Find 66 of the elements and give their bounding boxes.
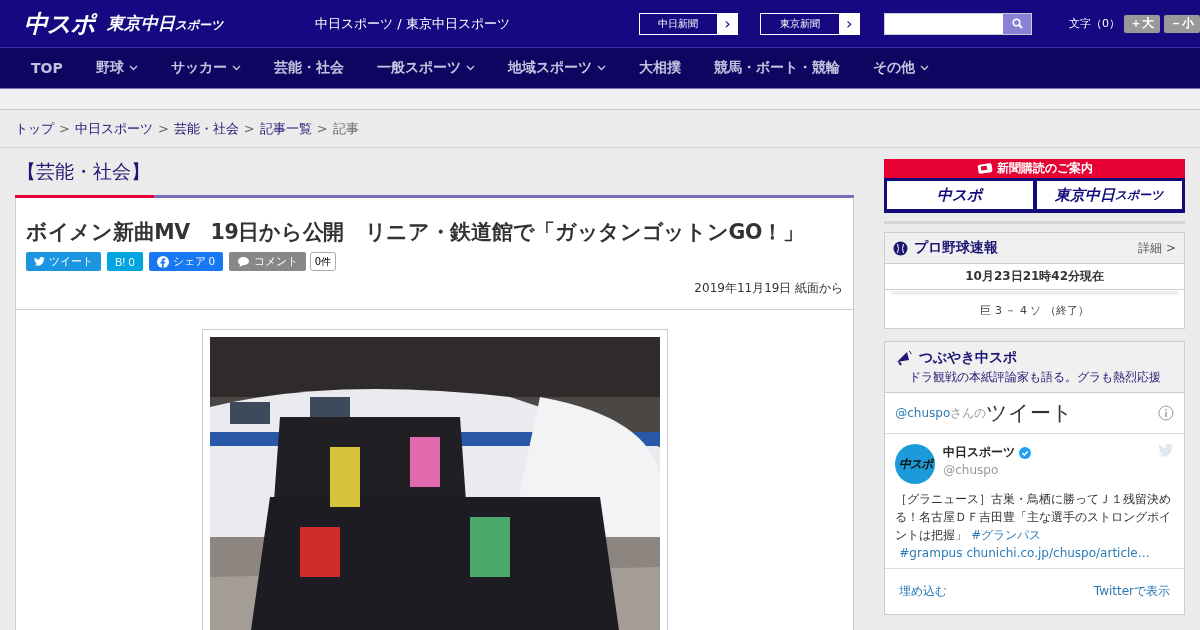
partner-link[interactable]: 中日新聞 › — [638, 12, 739, 35]
search-button[interactable] — [1003, 13, 1031, 34]
comment-count: 0件 — [309, 252, 337, 271]
view-on-twitter-link[interactable]: Twitterで表示 — [1093, 583, 1170, 600]
baseball-icon — [893, 240, 909, 256]
info-icon[interactable] — [1158, 405, 1174, 421]
newspaper-logo[interactable]: 中スポ — [887, 181, 1033, 209]
nav-item[interactable]: 一般スポーツ — [376, 59, 475, 77]
chevron-down-icon — [231, 65, 241, 71]
speech-bubble-icon — [236, 255, 250, 268]
facebook-icon — [156, 255, 169, 268]
detail-link[interactable]: 詳細 > — [1138, 239, 1176, 257]
site-title: 中日スポーツ / 東京中日スポーツ — [315, 14, 511, 33]
chevron-down-icon — [465, 65, 475, 71]
panel-title: つぶやき中スポ — [919, 349, 1019, 367]
search-field[interactable] — [884, 12, 1032, 35]
nav-item[interactable]: 大相撲 — [638, 59, 681, 77]
handle-suffix: さんの — [950, 404, 987, 420]
nav-item[interactable]: サッカー — [170, 59, 241, 77]
chevron-down-icon — [128, 65, 138, 71]
embed-link[interactable]: 埋め込む — [899, 583, 948, 600]
avatar[interactable]: 中スポ — [895, 444, 936, 484]
breadcrumb-link[interactable]: 芸能・社会 — [173, 119, 239, 138]
game-score[interactable]: 巨 3 － 4 ソ （終了） — [891, 291, 1178, 328]
newspaper-logo[interactable]: 東京中日スポーツ — [1036, 181, 1182, 209]
article-date: 2019年11月19日 紙面から — [16, 271, 854, 310]
breadcrumb-separator: > — [157, 121, 169, 136]
section-title: 【芸能・社会】 — [16, 159, 151, 184]
partner-link[interactable]: 東京新聞 › — [760, 12, 861, 35]
breadcrumb-separator: > — [59, 121, 70, 136]
tweet-link[interactable]: #グランパス — [971, 528, 1042, 542]
breadcrumb-link[interactable]: トップ — [15, 119, 54, 138]
breadcrumb-link[interactable]: 中日スポーツ — [74, 119, 153, 138]
font-size-label: 文字（0） — [1069, 16, 1120, 31]
nav-item[interactable]: 野球 — [95, 59, 138, 77]
subscription-banner[interactable]: 新聞購読のご案内 中スポ 東京中日スポーツ — [884, 159, 1185, 213]
bird-icon — [34, 257, 45, 266]
chevron-down-icon — [596, 65, 606, 71]
handle-link[interactable]: @chuspo — [895, 406, 951, 420]
tokyo-logo[interactable]: 東京中日スポーツ — [107, 12, 223, 35]
newspaper-icon — [976, 163, 993, 174]
nav-item[interactable]: 地域スポーツ — [507, 59, 606, 77]
comment-button[interactable]: コメント — [228, 252, 306, 271]
tweet-link[interactable]: #grampus — [899, 546, 963, 560]
tweets-heading: ツイート — [986, 400, 1075, 427]
panel-title: プロ野球速報 — [914, 239, 1000, 257]
nav-item[interactable]: 芸能・社会 — [273, 59, 344, 77]
nav-item[interactable]: 競馬・ボート・競輪 — [713, 59, 840, 77]
panel-subtitle: ドラ観戦の本紙評論家も語る。グラも熱烈応援 — [908, 369, 1163, 386]
nav-item[interactable]: TOP — [31, 60, 63, 76]
share-button[interactable]: シェア 0 — [148, 252, 223, 271]
tweet-link[interactable]: chunichi.co.jp/chuspo/article… — [966, 546, 1150, 560]
search-icon — [1011, 18, 1023, 29]
nav-item[interactable]: その他 — [872, 59, 929, 77]
breadcrumb-link[interactable]: 記事一覧 — [259, 119, 312, 138]
current-page-label[interactable]: 記事 — [332, 119, 359, 138]
tweet-text: ［グラニュース］古巣・鳥栖に勝ってＪ１残留決める！名古屋ＤＦ吉田豊「主な選手のストロングポイントは把握」 #グランパス #grampus chunichi.co.jp/chuspo/article… — [885, 488, 1184, 569]
megaphone-icon — [895, 350, 914, 366]
breadcrumb-separator: > — [243, 121, 255, 136]
banner-title: 新聞購読のご案内 — [996, 160, 1093, 177]
update-time: 10月23日21時42分現在 — [885, 264, 1184, 290]
breadcrumb-separator: > — [316, 121, 328, 136]
account-name[interactable]: 中日スポーツ — [943, 444, 1016, 461]
screen-name: @chuspo — [943, 463, 1000, 477]
article-headline: ボイメン新曲MV 19日から公開 リニア・鉄道館で「ガッタンゴットンGO！」 — [25, 219, 805, 246]
chevron-down-icon — [919, 65, 929, 71]
